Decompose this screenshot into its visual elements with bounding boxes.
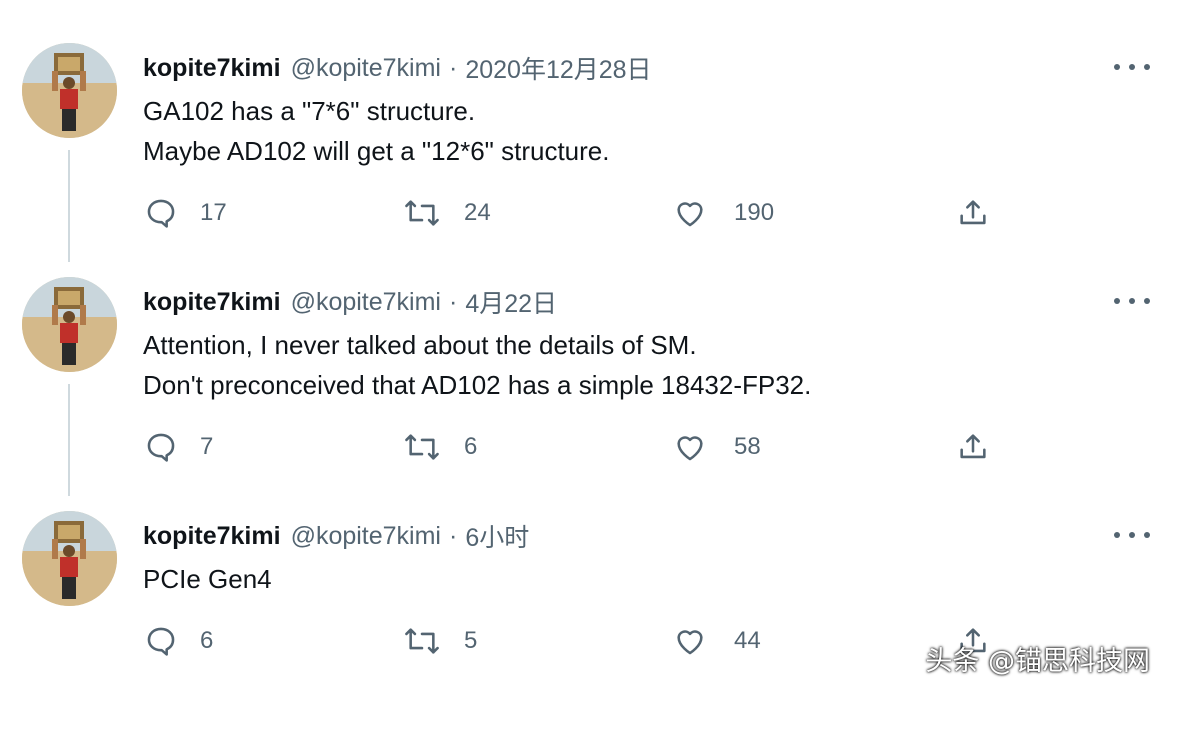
user-name[interactable]: kopite7kimi	[143, 522, 281, 551]
reply-icon	[144, 430, 178, 464]
user-handle[interactable]: @kopite7kimi	[291, 522, 441, 551]
heart-icon	[672, 624, 708, 658]
watermark: 头条 @锚思科技网	[925, 646, 1150, 677]
action-bar: 17 24 190	[0, 193, 1190, 233]
reply-button[interactable]: 7	[144, 427, 213, 467]
reply-icon	[144, 624, 178, 658]
tweet-3[interactable]: kopite7kimi @kopite7kimi · 6小时 PCIe Gen4…	[0, 511, 1190, 745]
user-handle[interactable]: @kopite7kimi	[291, 54, 441, 83]
heart-icon	[672, 196, 708, 230]
reply-button[interactable]: 17	[144, 193, 227, 233]
reply-icon	[144, 196, 178, 230]
retweet-count: 24	[464, 199, 491, 226]
like-button[interactable]: 58	[672, 427, 761, 467]
like-button[interactable]: 44	[672, 621, 761, 661]
avatar[interactable]	[22, 511, 117, 606]
reply-button[interactable]: 6	[144, 621, 213, 661]
timestamp[interactable]: 2020年12月28日	[465, 50, 651, 86]
timestamp[interactable]: 6小时	[465, 518, 529, 554]
retweet-icon	[402, 196, 442, 230]
avatar[interactable]	[22, 277, 117, 372]
user-name[interactable]: kopite7kimi	[143, 54, 281, 83]
share-icon	[956, 430, 990, 464]
user-handle[interactable]: @kopite7kimi	[291, 288, 441, 317]
retweet-button[interactable]: 5	[402, 621, 477, 661]
separator-dot: ·	[449, 53, 458, 82]
retweet-count: 5	[464, 627, 478, 654]
like-button[interactable]: 190	[672, 193, 774, 233]
like-count: 58	[734, 433, 761, 460]
retweet-icon	[402, 430, 442, 464]
tweet-text: GA102 has a "7*6" structure. Maybe AD102…	[143, 91, 609, 171]
retweet-count: 6	[464, 433, 478, 460]
reply-count: 7	[200, 433, 214, 460]
tweet-2[interactable]: kopite7kimi @kopite7kimi · 4月22日 Attenti…	[0, 277, 1190, 511]
separator-dot: ·	[449, 287, 458, 316]
heart-icon	[672, 430, 708, 464]
more-options-icon[interactable]	[1114, 55, 1150, 79]
tweet-line: GA102 has a "7*6" structure.	[143, 96, 476, 126]
more-options-icon[interactable]	[1114, 523, 1150, 547]
retweet-button[interactable]: 24	[402, 193, 491, 233]
reply-count: 6	[200, 627, 214, 654]
tweet-text: Attention, I never talked about the deta…	[143, 325, 811, 405]
timestamp[interactable]: 4月22日	[465, 284, 557, 320]
tweet-text: PCIe Gen4	[143, 559, 272, 599]
like-count: 44	[734, 627, 761, 654]
avatar[interactable]	[22, 43, 117, 138]
like-count: 190	[734, 199, 775, 226]
action-bar: 7 6 58	[0, 427, 1190, 467]
tweet-line: Attention, I never talked about the deta…	[143, 330, 697, 360]
tweet-1[interactable]: kopite7kimi @kopite7kimi · 2020年12月28日 G…	[0, 43, 1190, 277]
share-button[interactable]	[956, 427, 990, 467]
retweet-icon	[402, 624, 442, 658]
reply-count: 17	[200, 199, 227, 226]
tweet-line: Don't preconceived that AD102 has a simp…	[143, 370, 812, 400]
share-button[interactable]	[956, 193, 990, 233]
retweet-button[interactable]: 6	[402, 427, 477, 467]
tweet-line: PCIe Gen4	[143, 564, 272, 594]
user-name[interactable]: kopite7kimi	[143, 288, 281, 317]
separator-dot: ·	[449, 521, 458, 550]
share-icon	[956, 196, 990, 230]
more-options-icon[interactable]	[1114, 289, 1150, 313]
tweet-line: Maybe AD102 will get a "12*6" structure.	[143, 136, 610, 166]
